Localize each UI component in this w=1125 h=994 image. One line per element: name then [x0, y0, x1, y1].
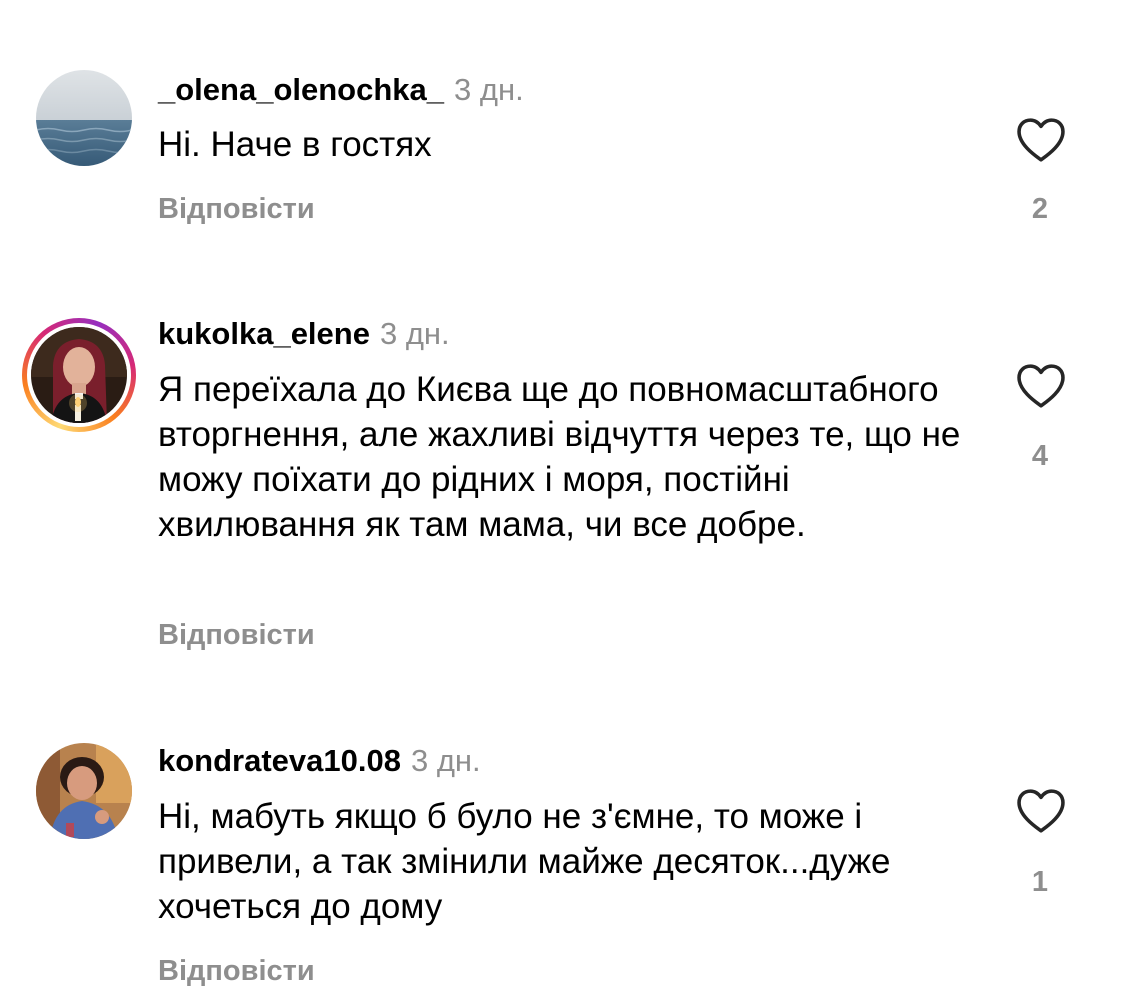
heart-outline-icon[interactable] [1015, 788, 1067, 834]
comment-header: kondrateva10.08 3 дн. [158, 743, 481, 779]
comment-text: Я переїхала до Києва ще до повномасштабн… [158, 370, 961, 544]
reply-button[interactable]: Відповісти [158, 619, 315, 652]
woman-portrait-avatar [36, 743, 132, 839]
woman-with-candle-avatar [31, 327, 127, 423]
username[interactable]: _olena_olenochka_ [158, 72, 444, 107]
heart-outline-icon[interactable] [1015, 117, 1067, 163]
avatar[interactable] [36, 70, 132, 166]
username[interactable]: kukolka_elene [158, 316, 370, 351]
timestamp: 3 дн. [379, 316, 450, 351]
avatar[interactable] [36, 743, 132, 839]
like-count[interactable]: 2 [1010, 193, 1070, 226]
heart-outline-icon[interactable] [1015, 363, 1067, 409]
username[interactable]: kondrateva10.08 [158, 743, 401, 778]
reply-button[interactable]: Відповісти [158, 955, 315, 988]
like-count[interactable]: 1 [1010, 866, 1070, 899]
comment-header: kukolka_elene 3 дн. [158, 316, 450, 352]
like-count[interactable]: 4 [1010, 440, 1070, 473]
comment-header: _olena_olenochka_ 3 дн. [158, 72, 524, 108]
comment-text: Ні. Наче в гостях [158, 125, 432, 164]
comment-text: Ні, мабуть якщо б було не з'ємне, то мож… [158, 797, 891, 926]
avatar[interactable] [31, 327, 127, 423]
timestamp: 3 дн. [410, 743, 481, 778]
reply-button[interactable]: Відповісти [158, 193, 315, 226]
sea-photo-avatar [36, 70, 132, 166]
timestamp: 3 дн. [454, 72, 524, 107]
